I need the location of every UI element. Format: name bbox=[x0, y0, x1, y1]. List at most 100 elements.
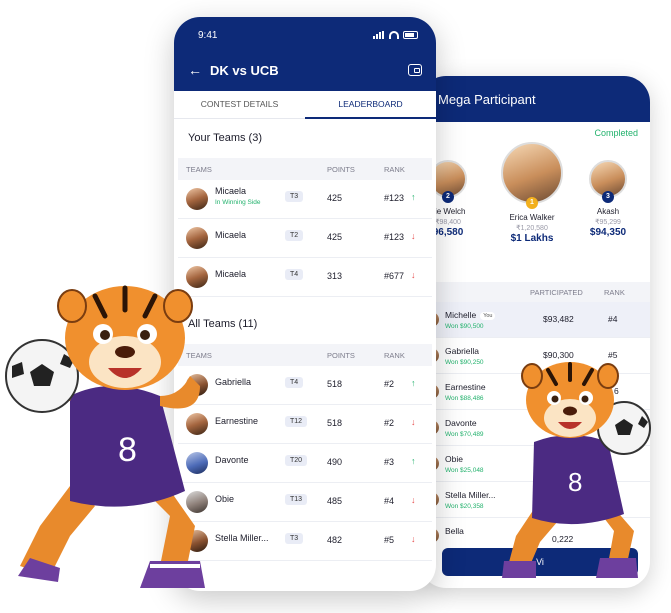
tiger-pupil bbox=[140, 330, 150, 340]
column-rank: RANK bbox=[604, 288, 625, 297]
team-owner: Micaela bbox=[215, 186, 247, 196]
status-icons bbox=[373, 31, 418, 39]
avatar bbox=[186, 188, 208, 210]
team-rank: #123 bbox=[384, 193, 405, 203]
tiger-arm bbox=[160, 376, 200, 409]
avatar: 1 bbox=[501, 142, 563, 209]
team-rank: #123 bbox=[384, 232, 405, 242]
app-header: 9:41 ← DK vs UCB bbox=[174, 17, 436, 91]
podium-name: Akash bbox=[596, 207, 620, 216]
podium-name: Erica Walker bbox=[509, 213, 555, 222]
column-participated: PARTICIPATED bbox=[530, 288, 583, 297]
rank-down-icon: ↓ bbox=[411, 417, 416, 427]
winning-status: In Winning Side bbox=[215, 199, 261, 206]
podium-prize: $94,350 bbox=[589, 227, 627, 238]
won-amount: Won $25,048 bbox=[445, 467, 484, 474]
mega-participant-title: Mega Participant bbox=[438, 92, 536, 107]
tab-bar: CONTEST DETAILS LEADERBOARD bbox=[174, 91, 436, 119]
podium-prize: $1 Lakhs bbox=[510, 233, 554, 244]
team-tag: T13 bbox=[285, 494, 308, 505]
team-points: 485 bbox=[327, 496, 343, 506]
team-owner: Micaela bbox=[215, 230, 247, 240]
participant-row[interactable]: Michelle You Won $90,500 $93,482 #4 bbox=[420, 302, 650, 338]
completed-status: Completed bbox=[594, 128, 638, 138]
avatar bbox=[186, 227, 208, 249]
team-points: 518 bbox=[327, 379, 343, 389]
participant-name: Michelle You bbox=[445, 310, 496, 320]
rank-down-icon: ↓ bbox=[411, 495, 416, 505]
won-amount: Won $90,500 bbox=[445, 323, 484, 330]
team-points: 313 bbox=[327, 271, 343, 281]
rank-down-icon: ↓ bbox=[411, 270, 416, 280]
winners-podium: 2 gie Welch ₹98,400 96,580 1 Erica Walke… bbox=[420, 140, 650, 270]
rank-down-icon: ↓ bbox=[411, 231, 416, 241]
won-amount: Won $70,489 bbox=[445, 431, 484, 438]
mega-participant-header: Mega Participant bbox=[420, 76, 650, 122]
team-rank: #4 bbox=[384, 496, 395, 506]
tiger-mascot-left: 8 bbox=[5, 285, 205, 588]
tiger-pupil bbox=[581, 395, 589, 403]
team-row[interactable]: Micaela In Winning Side T3 425 #123 ↑ bbox=[178, 180, 432, 219]
battery-icon bbox=[403, 31, 418, 39]
rank-up-icon: ↑ bbox=[411, 192, 416, 202]
tiger-ear bbox=[521, 363, 543, 389]
team-points: 490 bbox=[327, 457, 343, 467]
team-points: 425 bbox=[327, 232, 343, 242]
wifi-icon bbox=[389, 31, 399, 39]
team-tag: T20 bbox=[285, 455, 308, 466]
rank-up-icon: ↑ bbox=[411, 378, 416, 388]
rank-badge: 2 bbox=[442, 191, 454, 203]
won-amount: Won $90,250 bbox=[445, 359, 484, 366]
team-tag: T12 bbox=[285, 416, 308, 427]
rank-up-icon: ↑ bbox=[411, 456, 416, 466]
column-points: POINTS bbox=[327, 165, 355, 174]
jersey-number: 8 bbox=[568, 467, 582, 497]
podium-amount: ₹1,20,580 bbox=[516, 225, 548, 232]
tiger-nose bbox=[563, 406, 577, 416]
team-points: 425 bbox=[327, 193, 343, 203]
participant-rank: #4 bbox=[608, 314, 618, 324]
participant-name: Bella bbox=[445, 526, 464, 536]
column-rank: RANK bbox=[384, 165, 405, 174]
signal-icon bbox=[373, 31, 385, 39]
won-amount: Won $20,358 bbox=[445, 503, 484, 510]
tab-leaderboard[interactable]: LEADERBOARD bbox=[305, 91, 436, 119]
your-teams-title: Your Teams (3) bbox=[188, 132, 262, 144]
team-rank: #677 bbox=[384, 271, 405, 281]
participant-name: Stella Miller... bbox=[445, 490, 496, 500]
tiger-nose bbox=[115, 346, 135, 358]
won-amount: Won $88,486 bbox=[445, 395, 484, 402]
your-teams-header: TEAMS POINTS RANK bbox=[178, 158, 432, 180]
participant-name: Gabriella bbox=[445, 346, 480, 356]
team-tag: T3 bbox=[285, 191, 304, 202]
tiger-muzzle bbox=[544, 399, 596, 437]
wallet-icon[interactable] bbox=[408, 64, 422, 76]
status-time: 9:41 bbox=[198, 30, 218, 41]
tiger-mascot-right: 8 bbox=[502, 362, 651, 578]
avatar: 3 bbox=[589, 160, 627, 203]
team-points: 482 bbox=[327, 535, 343, 545]
rank-badge: 1 bbox=[526, 197, 538, 209]
column-rank: RANK bbox=[384, 351, 405, 360]
team-rank: #2 bbox=[384, 418, 395, 428]
participant-name: Earnestine bbox=[445, 382, 486, 392]
rank-badge: 3 bbox=[602, 191, 614, 203]
participated-amount: $93,482 bbox=[543, 314, 574, 324]
rank-down-icon: ↓ bbox=[411, 534, 416, 544]
back-arrow-icon[interactable]: ← bbox=[188, 62, 202, 78]
team-tag: T2 bbox=[285, 230, 304, 241]
tiger-ear bbox=[163, 289, 193, 323]
tiger-ear bbox=[57, 289, 87, 323]
match-title: DK vs UCB bbox=[210, 63, 279, 78]
podium-amount: ₹95,299 bbox=[595, 219, 621, 226]
team-row[interactable]: Micaela T2 425 #123 ↓ bbox=[178, 219, 432, 258]
podium-third[interactable]: 3 Akash ₹95,299 $94,350 bbox=[578, 160, 638, 238]
team-rank: #2 bbox=[384, 379, 395, 389]
tiger-pupil bbox=[100, 330, 110, 340]
podium-first[interactable]: 1 Erica Walker ₹1,20,580 $1 Lakhs bbox=[492, 142, 572, 244]
participant-name: Obie bbox=[445, 454, 463, 464]
you-badge: You bbox=[480, 312, 496, 320]
team-tag: T3 bbox=[285, 533, 304, 544]
tab-contest-details[interactable]: CONTEST DETAILS bbox=[174, 91, 305, 119]
column-teams: TEAMS bbox=[186, 165, 212, 174]
